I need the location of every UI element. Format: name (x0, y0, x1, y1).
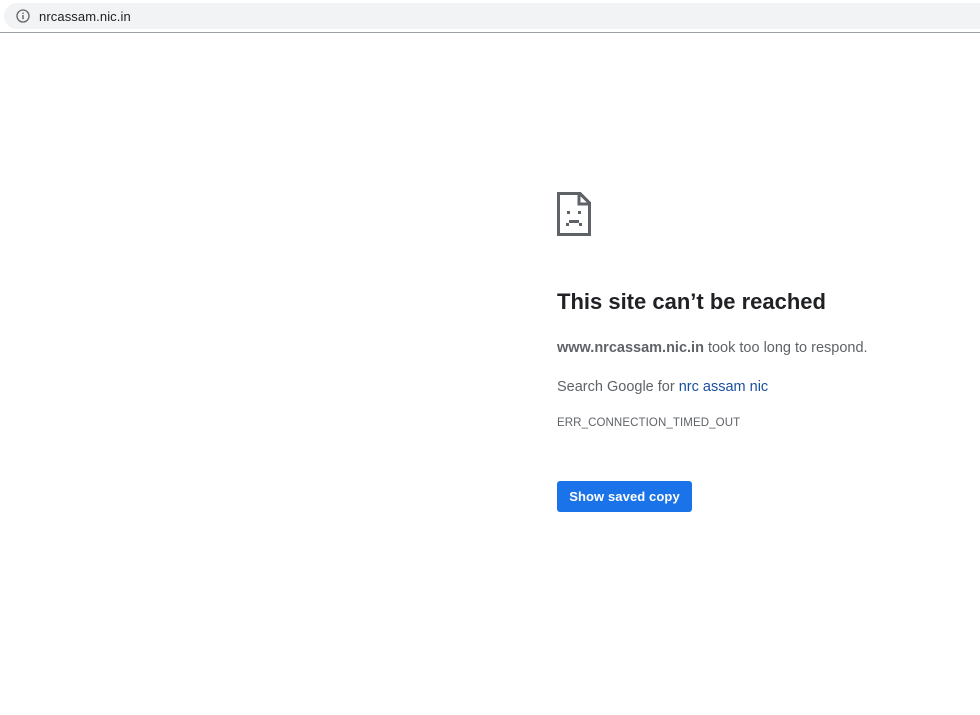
search-suggestion: Search Google for nrc assam nic (557, 377, 957, 397)
show-saved-copy-button[interactable]: Show saved copy (557, 481, 692, 512)
error-message: www.nrcassam.nic.in took too long to res… (557, 338, 957, 358)
error-code: ERR_CONNECTION_TIMED_OUT (557, 417, 741, 429)
error-message-suffix: took too long to respond. (703, 340, 868, 356)
error-title: This site can’t be reached (557, 289, 826, 314)
search-query-link[interactable]: nrc assam nic (679, 379, 768, 395)
info-icon[interactable] (16, 9, 30, 23)
error-container: This site can’t be reached www.nrcassam.… (557, 192, 957, 512)
search-prefix: Search Google for (557, 379, 679, 395)
address-bar: nrcassam.nic.in (0, 0, 980, 33)
error-host: www.nrcassam.nic.in (557, 340, 704, 356)
sad-page-icon (557, 192, 957, 236)
url-text[interactable]: nrcassam.nic.in (39, 9, 131, 24)
omnibox[interactable]: nrcassam.nic.in (4, 3, 980, 29)
